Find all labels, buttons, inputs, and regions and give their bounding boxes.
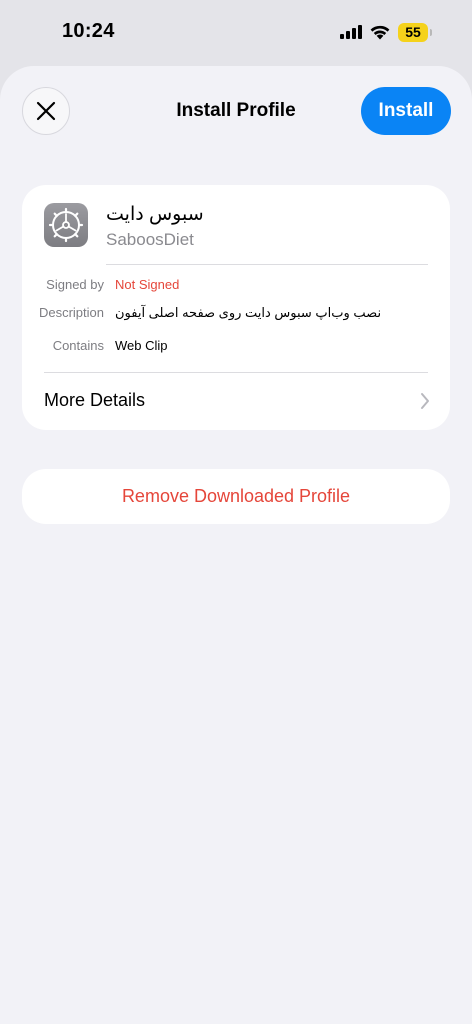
cellular-signal-icon [340, 25, 362, 39]
install-button[interactable]: Install [361, 87, 451, 135]
signed-status-value: Not Signed [115, 277, 180, 292]
install-profile-sheet: Install Profile Install سبوس دایت Saboos… [0, 66, 472, 1024]
detail-key: Contains [52, 338, 104, 353]
settings-gear-icon [44, 203, 88, 247]
status-bar: 10:24 55 [0, 0, 472, 64]
status-indicators: 55 [340, 20, 432, 44]
more-details-row[interactable]: More Details [22, 374, 450, 430]
divider [44, 372, 428, 373]
screen: 10:24 55 Install Profile Install سبوس دا… [0, 0, 472, 1024]
detail-row-contains: Contains Web Clip [22, 335, 450, 357]
profile-identifier: SaboosDiet [106, 230, 194, 249]
detail-key: Description [38, 305, 104, 320]
description-value: نصب وب‌اپ سبوس دایت روی صفحه اصلی آیفون [115, 305, 382, 320]
divider [106, 264, 428, 265]
remove-profile-label: Remove Downloaded Profile [121, 486, 351, 506]
contains-value: Web Clip [115, 338, 168, 353]
more-details-label: More Details [44, 390, 146, 410]
detail-row-signed-by: Signed by Not Signed [22, 274, 450, 296]
detail-key: Signed by [46, 277, 104, 292]
battery-nub [430, 28, 432, 36]
chevron-right-icon [421, 393, 429, 409]
profile-card: سبوس دایت SaboosDiet Signed by Not Signe… [22, 185, 450, 430]
battery-level: 55 [405, 24, 421, 40]
profile-name: سبوس دایت [106, 204, 204, 225]
wifi-icon [370, 25, 390, 40]
remove-downloaded-profile-button[interactable]: Remove Downloaded Profile [22, 469, 450, 524]
battery-icon: 55 [398, 22, 432, 42]
detail-row-description: Description نصب وب‌اپ سبوس دایت روی صفحه… [22, 302, 450, 324]
status-time: 10:24 [62, 20, 115, 42]
